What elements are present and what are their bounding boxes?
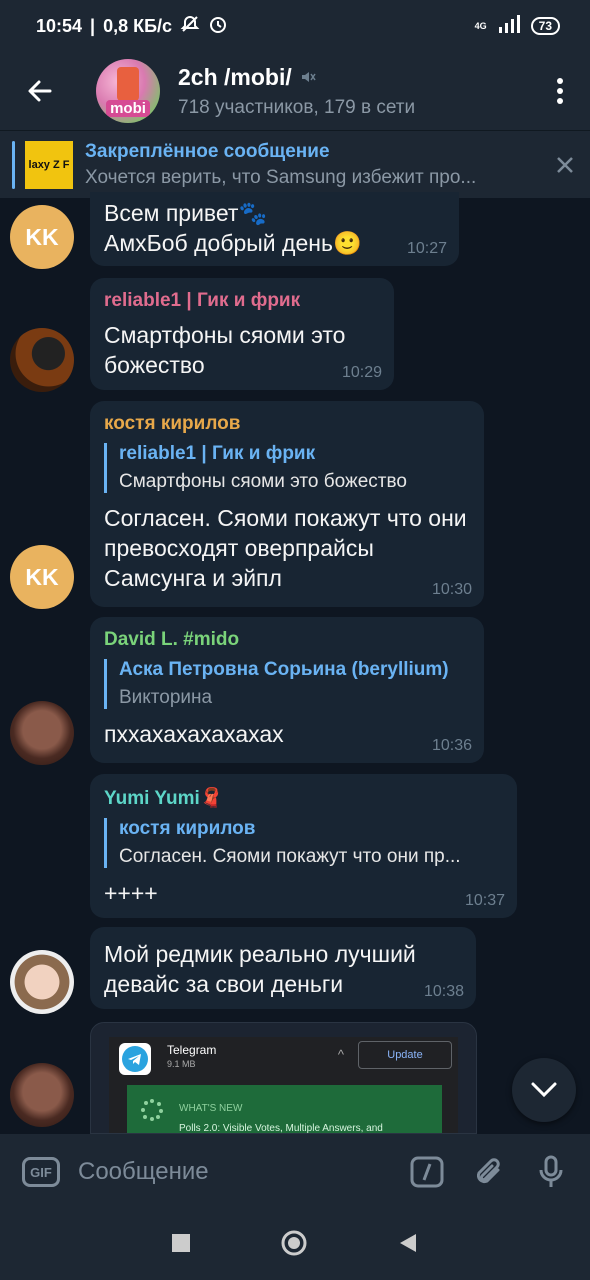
message-text: Мой редмик реально лучший девайс за свои… xyxy=(104,941,416,997)
whats-new-label: WHAT'S NEW xyxy=(179,1103,243,1114)
reply-text: Согласен. Сяоми покажут что они пр... xyxy=(119,846,461,867)
avatar[interactable]: KK xyxy=(10,205,74,269)
message-text: Всем привет🐾 АмхБоб добрый день🙂 xyxy=(104,200,362,256)
reply-text: Викторина xyxy=(119,687,213,708)
muted-icon xyxy=(301,72,316,82)
telegram-app-icon xyxy=(119,1043,151,1075)
whats-new-panel: WHAT'S NEW Polls 2.0: Visible Votes, Mul… xyxy=(127,1085,442,1133)
home-button[interactable] xyxy=(280,1229,308,1262)
image-message[interactable]: Telegram 9.1 MB ^ Update WHAT'S NEW Poll… xyxy=(90,1022,477,1134)
avatar[interactable] xyxy=(10,950,74,1014)
message-text: пххахахахахахах xyxy=(104,721,284,747)
message-composer: GIF Сообщение xyxy=(0,1134,590,1210)
avatar[interactable] xyxy=(10,328,74,392)
voice-message-button[interactable] xyxy=(520,1134,582,1210)
close-icon xyxy=(557,156,573,173)
phone-illustration xyxy=(117,67,139,101)
message-sender[interactable]: костя кирилов xyxy=(104,413,470,435)
message-sender[interactable]: reliable1 | Гик и фрик xyxy=(104,290,380,312)
chevron-up-icon: ^ xyxy=(337,1047,344,1062)
attach-button[interactable] xyxy=(458,1134,520,1210)
reply-text: Смартфоны сяоми это божество xyxy=(119,471,407,492)
message-text: Смартфоны сяоми это божество xyxy=(104,322,346,378)
chat-title: 2ch /mobi/ xyxy=(178,63,292,90)
avatar[interactable] xyxy=(10,1063,74,1127)
pinned-indicator xyxy=(12,140,15,189)
system-navigation-bar xyxy=(0,1210,590,1280)
avatar[interactable] xyxy=(10,701,74,765)
chat-avatar[interactable]: mobi xyxy=(96,59,160,123)
reply-quote[interactable]: костя кирилов Согласен. Сяоми покажут чт… xyxy=(104,818,503,868)
message-time: 10:27 xyxy=(406,240,447,257)
chat-subtitle: 718 участников, 179 в сети xyxy=(178,96,416,118)
pinned-message-bar[interactable]: laxy Z F Закреплённое сообщение Хочется … xyxy=(0,130,590,198)
network-label: 4G xyxy=(474,21,487,31)
message-bubble[interactable]: Мой редмик реально лучший девайс за свои… xyxy=(90,927,476,1009)
reply-author: Аска Петровна Сорьина (beryllium) xyxy=(119,659,449,680)
message-bubble[interactable]: Yumi Yumi🧣 костя кирилов Согласен. Сяоми… xyxy=(90,774,517,918)
circle-home-icon xyxy=(281,1230,307,1255)
signal-icon xyxy=(497,14,521,38)
slash-command-icon xyxy=(410,1156,444,1188)
update-button: Update xyxy=(358,1041,452,1069)
more-menu-button[interactable] xyxy=(530,52,590,130)
scroll-down-button[interactable] xyxy=(512,1058,576,1122)
battery-indicator: 73 xyxy=(530,17,560,35)
close-pinned-button[interactable] xyxy=(540,131,590,199)
pinned-thumbnail: laxy Z F xyxy=(25,140,73,189)
loading-spinner-icon xyxy=(141,1099,163,1121)
avatar[interactable]: KK xyxy=(10,545,74,609)
back-button[interactable] xyxy=(0,52,80,130)
chevron-down-icon xyxy=(531,1082,557,1098)
message-time: 10:29 xyxy=(341,364,382,381)
message-time: 10:30 xyxy=(431,581,472,598)
pinned-text: Хочется верить, что Samsung избежит про.… xyxy=(85,166,477,188)
message-input[interactable]: Сообщение xyxy=(78,1158,396,1186)
dnd-icon xyxy=(180,14,200,39)
status-time: 10:54 xyxy=(36,15,83,36)
chat-header: mobi 2ch /mobi/ 718 участников, 179 в се… xyxy=(0,52,590,130)
reply-author: reliable1 | Гик и фрик xyxy=(119,443,316,464)
gif-button[interactable]: GIF xyxy=(22,1157,60,1187)
whats-new-line: Polls 2.0: Visible Votes, Multiple Answe… xyxy=(179,1123,383,1134)
app-size: 9.1 MB xyxy=(167,1059,196,1069)
message-bubble[interactable]: reliable1 | Гик и фрик Смартфоны сяоми э… xyxy=(90,278,394,390)
microphone-icon xyxy=(539,1155,563,1187)
message-text: Согласен. Сяоми покажут что они превосхо… xyxy=(104,505,467,591)
recent-apps-button[interactable] xyxy=(172,1233,190,1257)
message-time: 10:38 xyxy=(423,983,464,1000)
message-sender[interactable]: Yumi Yumi🧣 xyxy=(104,786,503,810)
status-divider: | xyxy=(90,15,96,36)
reply-quote[interactable]: reliable1 | Гик и фрик Смартфоны сяоми э… xyxy=(104,443,470,493)
message-sender[interactable]: David L. #mido xyxy=(104,629,470,651)
reply-quote[interactable]: Аска Петровна Сорьина (beryllium) Виктор… xyxy=(104,659,470,709)
chat-avatar-label: mobi xyxy=(106,100,150,117)
system-back-button[interactable] xyxy=(398,1232,418,1259)
triangle-back-icon xyxy=(400,1233,416,1252)
status-speed: 0,8 КБ/с xyxy=(103,15,173,36)
message-time: 10:36 xyxy=(431,737,472,754)
message-text: ++++ xyxy=(104,880,158,906)
message-bubble[interactable]: костя кирилов reliable1 | Гик и фрик Сма… xyxy=(90,401,484,607)
telegram-chat-screen: 10:54 | 0,8 КБ/с 4G 73 mobi 2ch /mobi/ 7… xyxy=(0,0,590,1280)
screenshot-preview: Telegram 9.1 MB ^ Update WHAT'S NEW Poll… xyxy=(109,1037,458,1133)
reply-author: костя кирилов xyxy=(119,818,256,839)
pinned-title: Закреплённое сообщение xyxy=(85,140,330,162)
alarm-icon xyxy=(208,14,228,39)
message-bubble[interactable]: Всем привет🐾 АмхБоб добрый день🙂 10:27 xyxy=(90,192,459,266)
message-bubble[interactable]: David L. #mido Аска Петровна Сорьина (be… xyxy=(90,617,484,763)
app-name: Telegram xyxy=(167,1043,217,1057)
chat-info[interactable]: 2ch /mobi/ 718 участников, 179 в сети xyxy=(178,64,530,119)
square-icon xyxy=(172,1233,190,1252)
more-vert-icon xyxy=(557,78,563,104)
paperclip-icon xyxy=(476,1158,500,1184)
commands-button[interactable] xyxy=(396,1134,458,1210)
status-bar: 10:54 | 0,8 КБ/с 4G 73 xyxy=(0,0,590,52)
back-arrow-icon xyxy=(28,80,52,102)
message-time: 10:37 xyxy=(464,892,505,909)
